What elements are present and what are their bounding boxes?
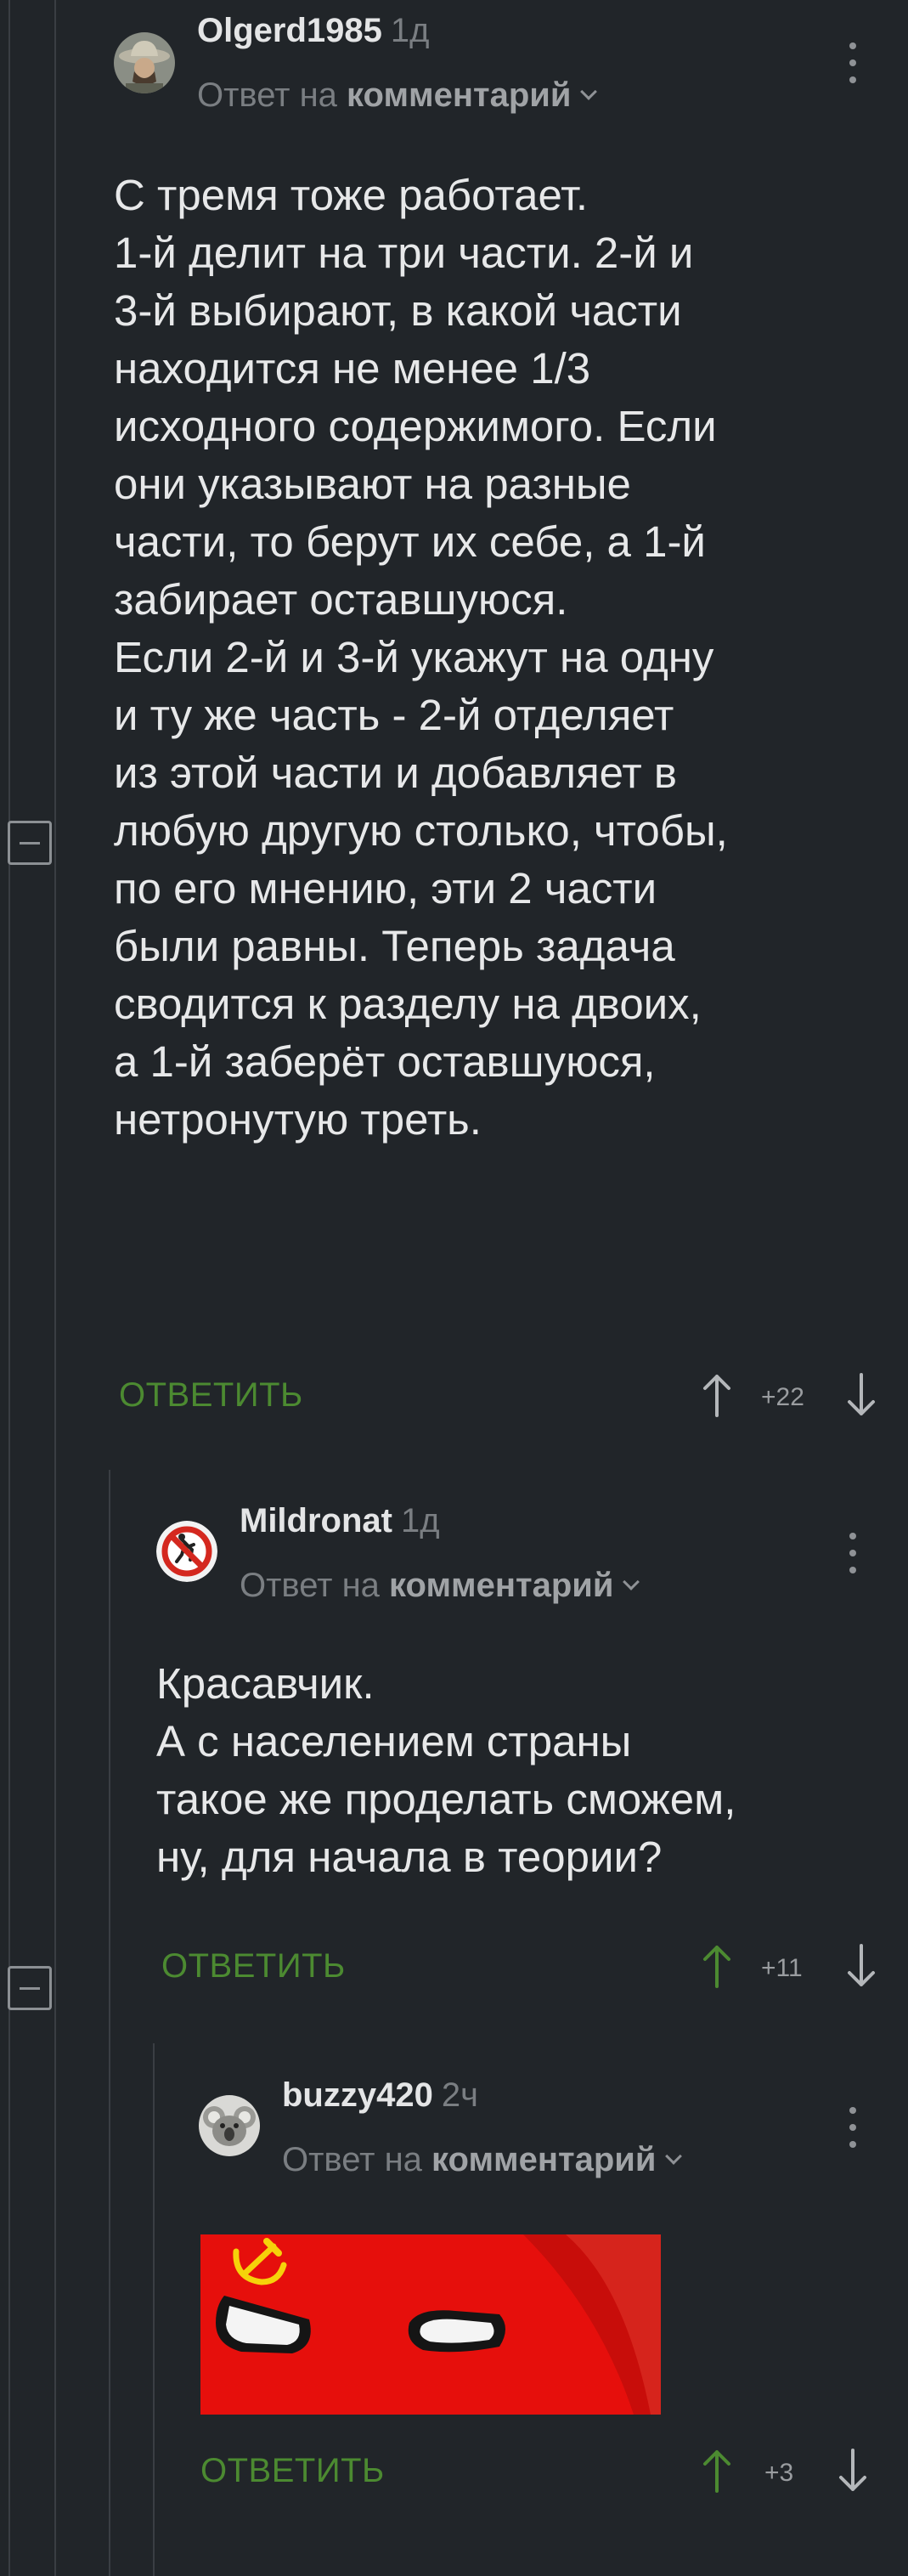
reply-button[interactable]: ОТВЕТИТЬ [119,1376,303,1415]
upvote-arrow-icon[interactable] [700,1942,734,1990]
vote-score: +22 [761,1383,804,1411]
comment-time: 1д [400,1502,440,1539]
comment-text: С тремя тоже работает. 1-й делит на три … [114,171,728,1144]
thread-line-level-3 [153,2043,155,2576]
author-name[interactable]: Mildronat [240,1502,392,1539]
chevron-down-icon[interactable] [623,1573,640,1590]
author-name[interactable]: buzzy420 [282,2076,433,2114]
comment: Mildronat 1д Ответ на комментарий Красавч… [156,1478,908,2022]
author-name[interactable]: Olgerd1985 [197,12,382,49]
reply-target[interactable]: комментарий [347,76,571,114]
reply-target[interactable]: комментарий [431,2141,656,2178]
thread-line-level-0 [8,0,10,2576]
comment-author[interactable]: Mildronat 1д [240,1502,440,1540]
comment-time: 1д [390,12,430,49]
ussr-countryball-image[interactable] [200,2234,661,2415]
reply-to-link[interactable]: Ответ на комментарий [240,1567,640,1605]
comment-author[interactable]: Olgerd1985 1д [197,12,429,50]
reply-button[interactable]: ОТВЕТИТЬ [161,1947,346,1986]
comment-time: 2ч [441,2076,478,2114]
vote-controls: +11 [700,1942,904,1993]
koala-avatar-icon[interactable] [199,2095,260,2156]
chevron-down-icon[interactable] [580,83,598,100]
collapse-thread-button[interactable] [8,1966,52,2010]
downvote-arrow-icon[interactable] [844,1371,878,1419]
more-options-icon[interactable] [846,1531,860,1575]
downvote-arrow-icon[interactable] [836,2447,870,2494]
reply-button[interactable]: ОТВЕТИТЬ [200,2452,385,2490]
reply-to-link[interactable]: Ответ на комментарий [197,76,598,115]
cowboy-hat-avatar-icon[interactable] [114,32,175,93]
collapse-thread-button[interactable] [8,821,52,865]
thread-line-level-1 [54,0,56,2576]
more-options-icon[interactable] [846,41,860,85]
vote-score: +11 [761,1954,803,1982]
reply-to-link[interactable]: Ответ на комментарий [282,2141,683,2179]
reply-target[interactable]: комментарий [389,1567,613,1604]
thread-line-level-2 [109,1470,110,2576]
comment-author[interactable]: buzzy420 2ч [282,2076,478,2115]
comment: Olgerd1985 1д Ответ на комментарий С трем… [114,0,908,1444]
vote-score: +3 [764,2459,794,2487]
downvote-arrow-icon[interactable] [844,1942,878,1990]
upvote-arrow-icon[interactable] [700,2447,734,2494]
more-options-icon[interactable] [846,2105,860,2149]
comment: buzzy420 2ч Ответ на комментарий ОТВЕТИТЬ [199,2039,908,2576]
chevron-down-icon[interactable] [665,2148,683,2165]
reply-prefix: Ответ на [197,76,337,114]
vote-controls: +22 [700,1371,904,1422]
vote-controls: +3 [700,2447,904,2498]
no-entry-sign-avatar-icon[interactable] [156,1521,217,1582]
upvote-arrow-icon[interactable] [700,1371,734,1419]
comment-text: Красавчик. А с населением страны такое ж… [156,1659,736,1881]
reply-prefix: Ответ на [282,2141,422,2178]
reply-prefix: Ответ на [240,1567,380,1604]
